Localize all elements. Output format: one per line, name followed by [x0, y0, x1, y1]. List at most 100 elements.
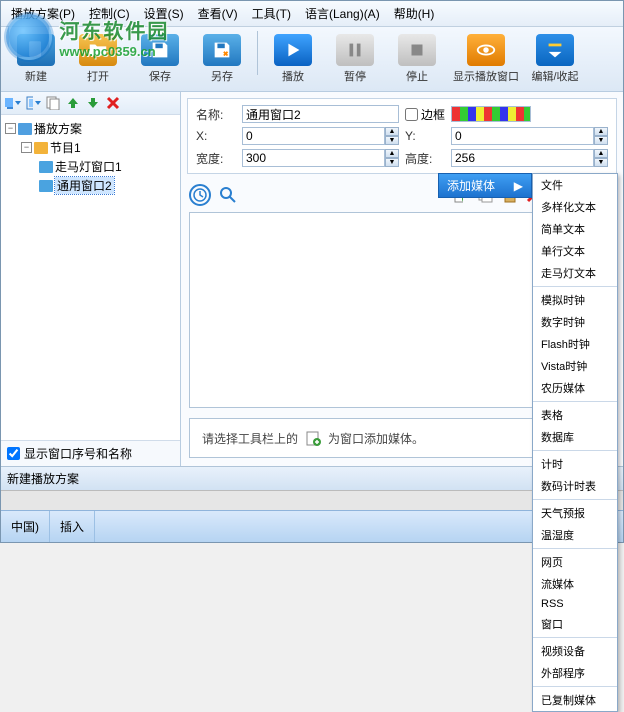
- status-bar: 新建播放方案: [1, 466, 623, 490]
- tree-root[interactable]: − 播放方案: [3, 119, 178, 138]
- context-menu-item[interactable]: 数码计时表: [533, 475, 617, 497]
- width-label: 宽度:: [196, 150, 236, 167]
- context-menu-item[interactable]: 文件: [533, 174, 617, 196]
- y-input[interactable]: [451, 127, 594, 145]
- height-spinner[interactable]: ▲▼: [594, 149, 608, 167]
- collapse-toggle-icon[interactable]: −: [5, 123, 16, 134]
- add-item-icon[interactable]: [25, 95, 41, 111]
- context-menu-item[interactable]: 单行文本: [533, 240, 617, 262]
- collapse-icon: [544, 39, 566, 61]
- new-button[interactable]: 新建: [7, 31, 65, 87]
- menu-settings[interactable]: 设置(S): [138, 3, 190, 24]
- hint-add-media-icon: [304, 429, 322, 447]
- collapse-toggle-icon[interactable]: −: [21, 142, 32, 153]
- saveas-button[interactable]: 另存: [193, 31, 251, 87]
- context-menu-item[interactable]: 外部程序: [533, 662, 617, 684]
- tree-general-label: 通用窗口2: [55, 177, 114, 194]
- property-panel: 名称: 边框 X: ▲▼ Y: ▲▼ 宽度: ▲▼ 高度: ▲▼: [187, 98, 617, 174]
- context-menu-item[interactable]: 流媒体: [533, 573, 617, 595]
- add-media-label: 添加媒体: [447, 177, 495, 194]
- context-menu-separator: [533, 286, 617, 287]
- context-menu-item[interactable]: RSS: [533, 595, 617, 613]
- stop-button[interactable]: 停止: [388, 31, 446, 87]
- show-seq-input[interactable]: [7, 447, 20, 460]
- context-menu-item[interactable]: 简单文本: [533, 218, 617, 240]
- y-label: Y:: [405, 129, 445, 143]
- x-input[interactable]: [242, 127, 385, 145]
- tree-general-window[interactable]: 通用窗口2: [3, 176, 178, 195]
- show-seq-checkbox[interactable]: 显示窗口序号和名称: [1, 440, 180, 466]
- context-menu-item[interactable]: 走马灯文本: [533, 262, 617, 284]
- context-menu-separator: [533, 450, 617, 451]
- border-color-sample[interactable]: [451, 106, 531, 122]
- move-up-icon[interactable]: [65, 95, 81, 111]
- context-menu-item[interactable]: Vista时钟: [533, 355, 617, 377]
- tree-program-label: 节目1: [50, 139, 81, 156]
- add-media-submenu-header[interactable]: 添加媒体 ▶: [438, 173, 532, 198]
- context-menu-item[interactable]: 视频设备: [533, 640, 617, 662]
- bottom-insert[interactable]: 插入: [50, 511, 95, 542]
- menu-control[interactable]: 控制(C): [83, 3, 136, 24]
- context-menu-item[interactable]: 网页: [533, 551, 617, 573]
- tree-root-label: 播放方案: [34, 120, 82, 137]
- context-menu-separator: [533, 401, 617, 402]
- left-panel: − 播放方案 − 节目1 走马灯窗口1 通用窗口2: [1, 92, 181, 466]
- delete-icon[interactable]: [105, 95, 121, 111]
- open-button[interactable]: 打开: [69, 31, 127, 87]
- x-label: X:: [196, 129, 236, 143]
- hint-post: 为窗口添加媒体。: [328, 430, 424, 447]
- name-input[interactable]: [242, 105, 399, 123]
- toolbar-separator: [257, 31, 258, 75]
- context-menu-separator: [533, 637, 617, 638]
- add-program-icon[interactable]: [5, 95, 21, 111]
- width-spinner[interactable]: ▲▼: [385, 149, 399, 167]
- tree-marquee-window[interactable]: 走马灯窗口1: [3, 157, 178, 176]
- context-menu-item[interactable]: 计时: [533, 453, 617, 475]
- context-menu-item[interactable]: Flash时钟: [533, 333, 617, 355]
- menu-help[interactable]: 帮助(H): [388, 3, 441, 24]
- context-menu-item[interactable]: 数据库: [533, 426, 617, 448]
- menu-language[interactable]: 语言(Lang)(A): [299, 3, 386, 24]
- hint-pre: 请选择工具栏上的: [202, 430, 298, 447]
- menu-tools[interactable]: 工具(T): [246, 3, 297, 24]
- save-button[interactable]: 保存: [131, 31, 189, 87]
- height-input[interactable]: [451, 149, 594, 167]
- scheme-tree[interactable]: − 播放方案 − 节目1 走马灯窗口1 通用窗口2: [1, 115, 180, 440]
- window-icon: [39, 161, 53, 173]
- context-menu-item[interactable]: 已复制媒体: [533, 689, 617, 711]
- play-button[interactable]: 播放: [264, 31, 322, 87]
- y-spinner[interactable]: ▲▼: [594, 127, 608, 145]
- context-menu-separator: [533, 686, 617, 687]
- context-menu-item[interactable]: 数字时钟: [533, 311, 617, 333]
- context-menu-item[interactable]: 表格: [533, 404, 617, 426]
- show-play-window-button[interactable]: 显示播放窗口: [450, 31, 522, 87]
- border-checkbox[interactable]: [405, 108, 418, 121]
- play-icon: [282, 39, 304, 61]
- context-menu-item[interactable]: 模拟时钟: [533, 289, 617, 311]
- menu-play-scheme[interactable]: 播放方案(P): [5, 3, 81, 24]
- name-label: 名称:: [196, 106, 236, 123]
- save-icon: [149, 39, 171, 61]
- bottom-lang[interactable]: 中国): [1, 511, 50, 542]
- height-label: 高度:: [405, 150, 445, 167]
- collapse-button[interactable]: 编辑/收起: [526, 31, 584, 87]
- clock-icon[interactable]: [189, 184, 211, 206]
- tree-marquee-label: 走马灯窗口1: [55, 158, 122, 175]
- copy-icon[interactable]: [45, 95, 61, 111]
- context-menu-item[interactable]: 多样化文本: [533, 196, 617, 218]
- move-down-icon[interactable]: [85, 95, 101, 111]
- main-toolbar: 新建 打开 保存 另存 播放 暂停 停止 显示播放窗口: [1, 27, 623, 92]
- pause-button[interactable]: 暂停: [326, 31, 384, 87]
- new-icon: [25, 39, 47, 61]
- tree-program[interactable]: − 节目1: [3, 138, 178, 157]
- width-input[interactable]: [242, 149, 385, 167]
- menubar: 播放方案(P) 控制(C) 设置(S) 查看(V) 工具(T) 语言(Lang)…: [1, 1, 623, 27]
- context-menu-item[interactable]: 窗口: [533, 613, 617, 635]
- menu-view[interactable]: 查看(V): [192, 3, 244, 24]
- context-menu-item[interactable]: 天气预报: [533, 502, 617, 524]
- divider-bar: [1, 490, 623, 510]
- search-icon[interactable]: [217, 184, 239, 206]
- saveas-icon: [211, 39, 233, 61]
- x-spinner[interactable]: ▲▼: [385, 127, 399, 145]
- context-menu-item[interactable]: 农历媒体: [533, 377, 617, 399]
